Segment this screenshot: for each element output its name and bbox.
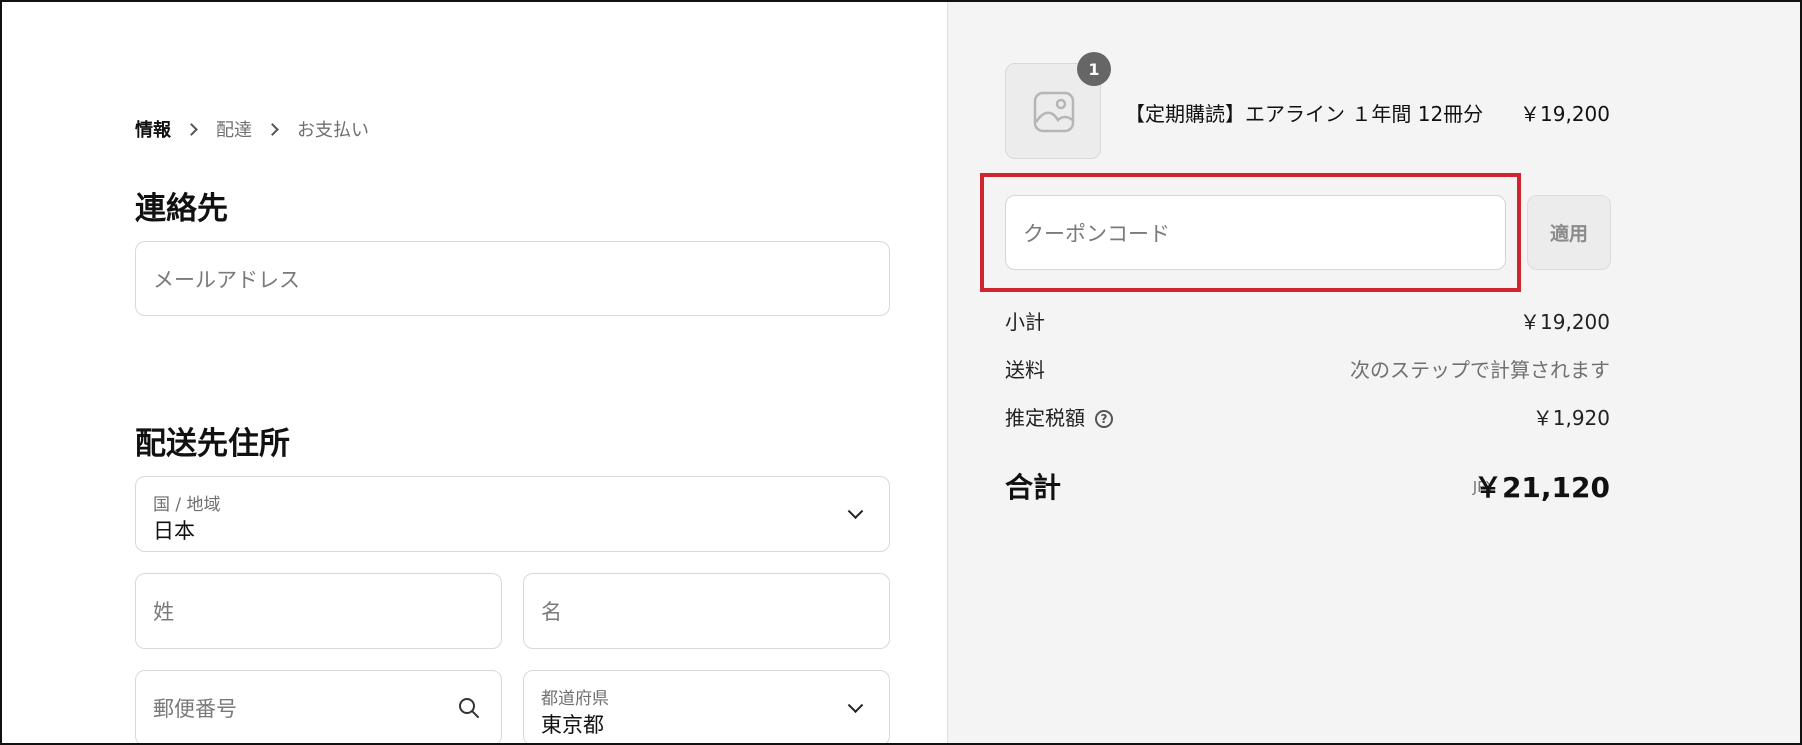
question-mark-icon[interactable]: ? xyxy=(1095,410,1113,428)
postal-code-placeholder: 郵便番号 xyxy=(153,697,237,721)
contact-heading: 連絡先 xyxy=(135,191,228,227)
chevron-down-icon xyxy=(847,503,864,520)
last-name-placeholder: 姓 xyxy=(153,600,174,624)
breadcrumb-information[interactable]: 情報 xyxy=(135,116,171,142)
country-label: 国 / 地域 xyxy=(153,495,221,515)
tax-row: 推定税額? xyxy=(1005,402,1113,431)
email-field[interactable]: メールアドレス xyxy=(135,241,890,316)
apply-coupon-button[interactable]: 適用 xyxy=(1527,195,1611,270)
prefecture-select[interactable]: 都道府県 東京都 xyxy=(523,670,890,745)
country-select[interactable]: 国 / 地域 日本 xyxy=(135,476,890,552)
subtotal-label: 小計 xyxy=(1005,310,1045,334)
breadcrumb-payment: お支払い xyxy=(297,120,369,141)
shipping-value: 次のステップで計算されます xyxy=(1350,358,1610,382)
breadcrumb: 情報 配達 お支払い xyxy=(135,116,369,142)
chevron-right-icon xyxy=(185,122,198,136)
search-icon[interactable] xyxy=(457,696,481,720)
coupon-highlight-box xyxy=(980,173,1521,292)
product-price: ￥19,200 xyxy=(1520,102,1610,126)
checkout-form-panel: 情報 配達 お支払い 連絡先 メールアドレス 配送先住所 国 / 地域 日本 姓… xyxy=(0,0,947,745)
chevron-right-icon xyxy=(266,122,279,136)
image-placeholder-icon xyxy=(1033,91,1075,133)
chevron-down-icon xyxy=(847,697,864,714)
subtotal-value: ￥19,200 xyxy=(1520,310,1610,334)
shipping-address-heading: 配送先住所 xyxy=(135,426,290,462)
first-name-field[interactable]: 名 xyxy=(523,573,890,649)
country-value: 日本 xyxy=(153,519,195,543)
quantity-badge: 1 xyxy=(1077,52,1111,86)
tax-value: ￥1,920 xyxy=(1532,406,1610,430)
prefecture-value: 東京都 xyxy=(541,713,604,737)
prefecture-label: 都道府県 xyxy=(541,689,609,709)
postal-code-field[interactable]: 郵便番号 xyxy=(135,670,502,745)
total-value: ￥21,120 xyxy=(1473,471,1610,504)
breadcrumb-shipping: 配達 xyxy=(216,120,252,141)
first-name-placeholder: 名 xyxy=(541,600,562,624)
product-name: 【定期購読】エアライン １年間 12冊分 xyxy=(1125,102,1484,126)
shipping-label: 送料 xyxy=(1005,358,1045,382)
email-placeholder: メールアドレス xyxy=(153,267,300,292)
total-label: 合計 xyxy=(1005,471,1062,504)
last-name-field[interactable]: 姓 xyxy=(135,573,502,649)
tax-label: 推定税額 xyxy=(1005,406,1085,430)
